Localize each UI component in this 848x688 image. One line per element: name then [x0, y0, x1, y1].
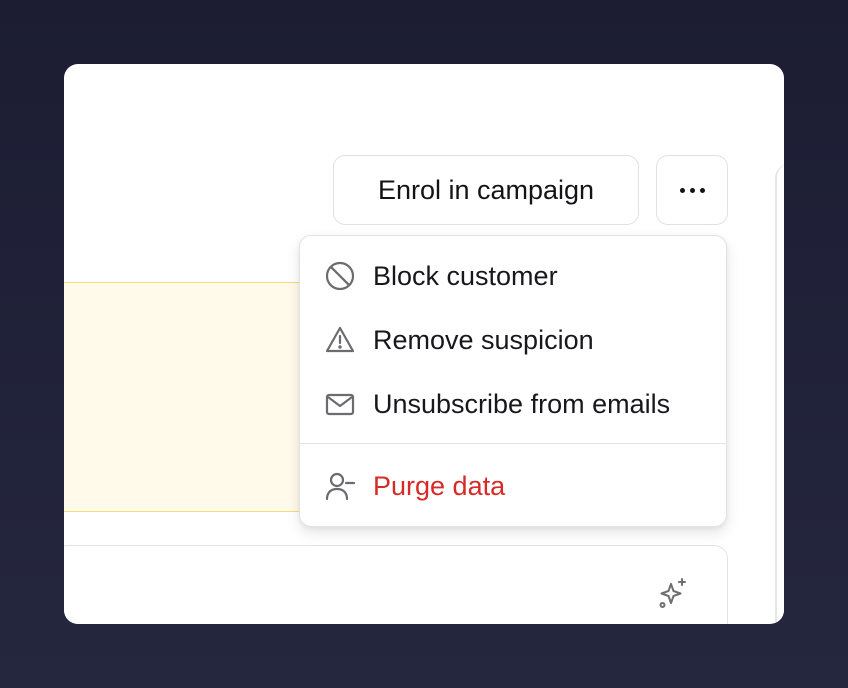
mail-icon — [324, 388, 356, 420]
lower-card — [64, 545, 728, 624]
menu-item-label: Unsubscribe from emails — [373, 388, 671, 419]
sparkles-icon[interactable] — [656, 576, 692, 612]
menu-item-label: Purge data — [373, 470, 506, 501]
block-icon — [324, 260, 356, 292]
more-actions-button[interactable] — [656, 155, 728, 225]
main-card: Enrol in campaign Block customer Remove … — [64, 64, 784, 624]
actions-dropdown-menu: Block customer Remove suspicion Unsubscr… — [299, 235, 727, 527]
menu-item-label: Block customer — [373, 260, 558, 291]
menu-item-label: Remove suspicion — [373, 324, 594, 355]
menu-item-remove-suspicion[interactable]: Remove suspicion — [300, 312, 726, 368]
menu-item-unsubscribe[interactable]: Unsubscribe from emails — [300, 376, 726, 432]
enrol-in-campaign-label: Enrol in campaign — [377, 174, 595, 205]
menu-divider — [300, 443, 726, 444]
side-panel — [775, 164, 784, 624]
user-minus-icon — [324, 470, 356, 502]
menu-item-block-customer[interactable]: Block customer — [300, 248, 726, 304]
menu-item-purge-data[interactable]: Purge data — [300, 458, 726, 514]
more-horizontal-icon — [679, 187, 705, 193]
warning-icon — [324, 324, 356, 356]
enrol-in-campaign-button[interactable]: Enrol in campaign — [333, 155, 639, 225]
